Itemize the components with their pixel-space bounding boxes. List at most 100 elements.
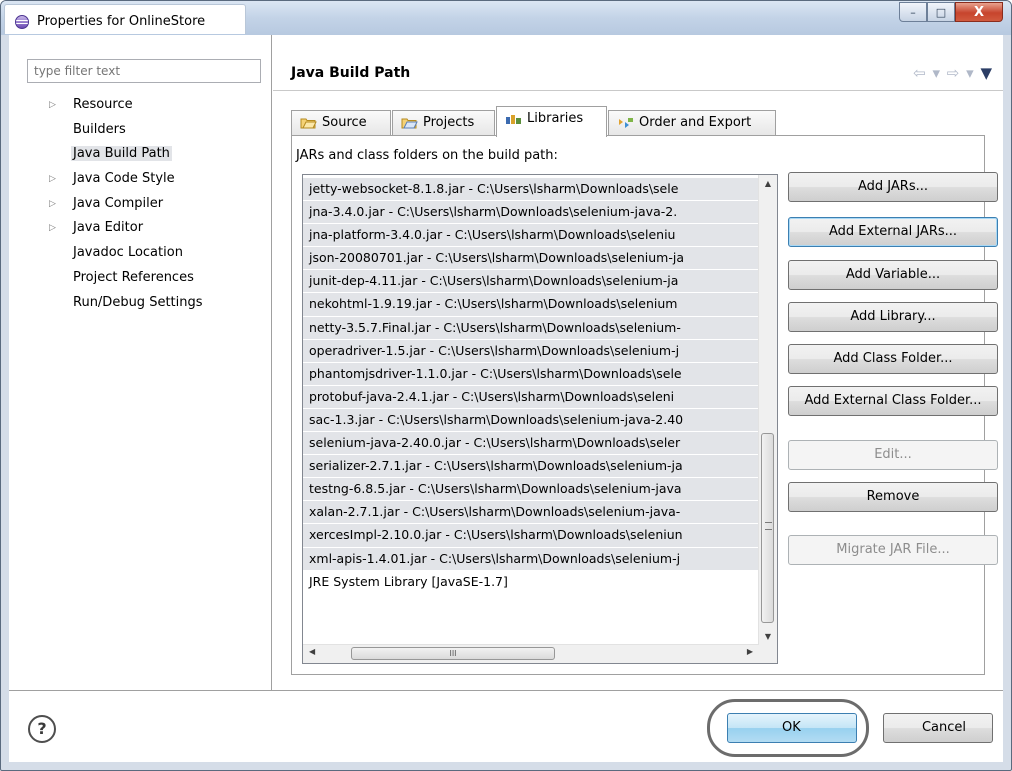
- list-item[interactable]: testng-6.8.5.jar - C:\Users\lsharm\Downl…: [303, 478, 759, 502]
- migrate-jar-button[interactable]: Migrate JAR File...: [788, 535, 998, 565]
- tab-projects[interactable]: Projects: [392, 110, 495, 136]
- sidebar-item-label: Resource: [73, 97, 133, 112]
- window-controls: – □ X: [899, 2, 1003, 24]
- sidebar-item-label: Java Editor: [73, 220, 144, 236]
- maximize-button[interactable]: □: [927, 2, 955, 22]
- add-variable-button[interactable]: Add Variable...: [788, 260, 998, 290]
- minimize-icon: –: [910, 5, 916, 19]
- property-page-tree: ▷ Resource Builders Java Build Path ▷ Java Co…: [27, 93, 205, 315]
- tab-libraries-label: Libraries: [527, 111, 584, 126]
- add-jars-button[interactable]: Add JARs...: [788, 172, 998, 202]
- ok-button[interactable]: OK: [727, 713, 857, 743]
- title-bar[interactable]: Properties for OnlineStore – □ X: [1, 1, 1011, 35]
- sidebar-item[interactable]: Builders: [27, 118, 205, 143]
- tab-order-export-label: Order and Export: [639, 115, 752, 130]
- eclipse-icon: [15, 15, 29, 29]
- title-tab: Properties for OnlineStore: [4, 4, 246, 34]
- scroll-right-icon[interactable]: ▶: [747, 647, 753, 656]
- list-item[interactable]: JRE System Library [JavaSE-1.7]: [303, 571, 759, 594]
- list-item[interactable]: jetty-websocket-8.1.8.jar - C:\Users\lsh…: [303, 178, 759, 202]
- tab-libraries[interactable]: Libraries: [496, 106, 607, 137]
- vertical-scrollbar[interactable]: ▲ ▼: [758, 175, 777, 645]
- dialog-client-area: ▷ Resource Builders Java Build Path ▷ Java Co…: [9, 35, 1003, 762]
- close-icon: X: [973, 4, 985, 20]
- page-header: Java Build Path ⇦ ▾ ⇨ ▾ ▼: [273, 35, 1003, 91]
- jar-list-rows: jetty-websocket-8.1.8.jar - C:\Users\lsh…: [303, 178, 759, 594]
- list-item[interactable]: phantomjsdriver-1.1.0.jar - C:\Users\lsh…: [303, 362, 759, 386]
- tab-source[interactable]: Source: [291, 110, 391, 136]
- page-title: Java Build Path: [291, 65, 411, 81]
- expand-arrow-icon[interactable]: ▷: [49, 167, 56, 191]
- list-item[interactable]: protobuf-java-2.4.1.jar - C:\Users\lshar…: [303, 385, 759, 409]
- tab-source-label: Source: [322, 115, 367, 130]
- close-button[interactable]: X: [955, 2, 1003, 22]
- expand-arrow-icon[interactable]: ▷: [49, 93, 56, 117]
- preferences-sidebar: ▷ Resource Builders Java Build Path ▷ Java Co…: [9, 35, 272, 690]
- list-item[interactable]: operadriver-1.5.jar - C:\Users\lsharm\Do…: [303, 339, 759, 363]
- scroll-left-icon[interactable]: ◀: [309, 647, 315, 656]
- scroll-corner: [759, 645, 777, 663]
- help-icon[interactable]: ?: [28, 715, 56, 743]
- sidebar-item-label: Java Compiler: [73, 195, 164, 211]
- tab-projects-label: Projects: [423, 115, 475, 130]
- forward-dropdown-icon[interactable]: ▾: [966, 64, 975, 82]
- list-item[interactable]: xml-apis-1.4.01.jar - C:\Users\lsharm\Do…: [303, 547, 759, 571]
- sidebar-item-label: Run/Debug Settings: [73, 294, 203, 310]
- list-item[interactable]: jna-platform-3.4.0.jar - C:\Users\lsharm…: [303, 224, 759, 248]
- tab-order-export[interactable]: Order and Export: [608, 110, 776, 136]
- expand-arrow-icon[interactable]: ▷: [49, 216, 56, 240]
- projects-folder-icon: [401, 118, 418, 129]
- list-item[interactable]: selenium-java-2.40.0.jar - C:\Users\lsha…: [303, 432, 759, 456]
- sidebar-item[interactable]: Javadoc Location: [27, 241, 205, 266]
- add-library-button[interactable]: Add Library...: [788, 302, 998, 332]
- footer-divider: [9, 690, 1003, 691]
- list-item[interactable]: xercesImpl-2.10.0.jar - C:\Users\lsharm\…: [303, 524, 759, 548]
- source-folder-icon: [300, 118, 317, 129]
- list-item[interactable]: serializer-2.7.1.jar - C:\Users\lsharm\D…: [303, 455, 759, 479]
- sidebar-item[interactable]: ▷ Java Compiler: [27, 192, 205, 217]
- list-item[interactable]: netty-3.5.7.Final.jar - C:\Users\lsharm\…: [303, 316, 759, 340]
- list-item[interactable]: jna-3.4.0.jar - C:\Users\lsharm\Download…: [303, 201, 759, 225]
- scroll-up-icon[interactable]: ▲: [759, 179, 777, 188]
- view-menu-icon[interactable]: ▼: [980, 64, 993, 82]
- vertical-scroll-thumb[interactable]: [761, 433, 774, 623]
- sidebar-item[interactable]: Java Build Path: [27, 142, 205, 167]
- filter-input[interactable]: [27, 59, 261, 83]
- remove-button[interactable]: Remove: [788, 482, 998, 512]
- grip-icon: [765, 522, 772, 530]
- minimize-button[interactable]: –: [899, 2, 927, 22]
- sidebar-item[interactable]: Run/Debug Settings: [27, 291, 205, 316]
- order-export-icon: [619, 118, 633, 128]
- list-item[interactable]: xalan-2.7.1.jar - C:\Users\lsharm\Downlo…: [303, 501, 759, 525]
- libraries-tab-panel: JARs and class folders on the build path…: [291, 135, 998, 675]
- cancel-button[interactable]: Cancel: [883, 713, 993, 743]
- back-arrow-icon[interactable]: ⇦: [913, 64, 927, 82]
- list-item[interactable]: sac-1.3.jar - C:\Users\lsharm\Downloads\…: [303, 408, 759, 433]
- add-external-jars-button[interactable]: Add External JARs...: [788, 217, 998, 247]
- scroll-down-icon[interactable]: ▼: [759, 632, 777, 641]
- add-class-folder-button[interactable]: Add Class Folder...: [788, 344, 998, 374]
- edit-button[interactable]: Edit...: [788, 440, 998, 470]
- sidebar-item-label: Builders: [73, 121, 126, 137]
- add-external-class-folder-button[interactable]: Add External Class Folder...: [788, 386, 998, 416]
- list-item[interactable]: json-20080701.jar - C:\Users\lsharm\Down…: [303, 247, 759, 271]
- list-item[interactable]: junit-dep-4.11.jar - C:\Users\lsharm\Dow…: [303, 270, 759, 294]
- sidebar-item[interactable]: ▷ Java Code Style: [27, 167, 205, 192]
- page-navigation: ⇦ ▾ ⇨ ▾ ▼: [913, 64, 993, 82]
- sidebar-item[interactable]: ▷ Java Editor: [27, 216, 205, 241]
- horizontal-scrollbar[interactable]: ◀ III ▶: [303, 644, 759, 663]
- maximize-icon: □: [935, 5, 947, 19]
- back-dropdown-icon[interactable]: ▾: [932, 64, 941, 82]
- expand-arrow-icon[interactable]: ▷: [49, 192, 56, 216]
- property-page: Java Build Path ⇦ ▾ ⇨ ▾ ▼ Source Project…: [273, 35, 1003, 690]
- window-title: Properties for OnlineStore: [37, 14, 206, 29]
- sidebar-item[interactable]: ▷ Resource: [27, 93, 205, 118]
- libraries-caption: JARs and class folders on the build path…: [296, 148, 558, 163]
- forward-arrow-icon[interactable]: ⇨: [947, 64, 961, 82]
- horizontal-scroll-thumb[interactable]: III: [351, 647, 555, 660]
- sidebar-item-label: Project References: [73, 269, 194, 285]
- sidebar-item-label: Java Code Style: [73, 171, 175, 187]
- jar-list[interactable]: jetty-websocket-8.1.8.jar - C:\Users\lsh…: [302, 174, 778, 664]
- sidebar-item[interactable]: Project References: [27, 266, 205, 291]
- list-item[interactable]: nekohtml-1.9.19.jar - C:\Users\lsharm\Do…: [303, 293, 759, 317]
